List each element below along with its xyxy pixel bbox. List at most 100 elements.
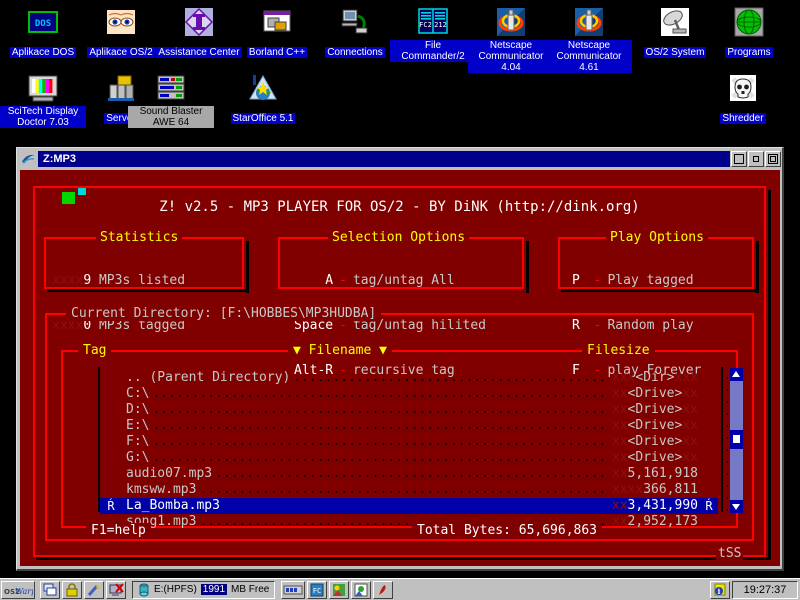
os2-sysmenu-icon[interactable]: [20, 151, 38, 167]
green-globe-icon: [734, 7, 764, 37]
svg-text:i: i: [718, 587, 721, 596]
file-row[interactable]: song1.mp3...............................…: [100, 514, 718, 530]
scroll-up-arrow-icon[interactable]: [730, 368, 743, 381]
paint-button[interactable]: [329, 580, 350, 599]
file-name: La_Bomba.mp3: [126, 498, 220, 513]
leader-dots: ........................................…: [152, 450, 608, 465]
size-pad-left: xx: [611, 450, 628, 465]
marker-button[interactable]: [84, 580, 104, 599]
z-console-area[interactable]: Z! v2.5 - MP3 PLAYER FOR OS/2 - BY DiNK …: [20, 170, 780, 566]
file-row[interactable]: kmsww.mp3...............................…: [100, 482, 718, 498]
desktop-icon-assistance-center[interactable]: Assistance Center: [156, 2, 242, 59]
sort-caret-left-icon[interactable]: ▼: [293, 343, 301, 358]
desktop-icon-netscape-404[interactable]: Netscape Communicator 4.04: [468, 2, 554, 74]
leader-dots: ........................................…: [199, 482, 608, 497]
file-row[interactable]: F:\.....................................…: [100, 434, 718, 450]
scroll-thumb[interactable]: [730, 430, 743, 449]
file-row[interactable]: E:\.....................................…: [100, 418, 718, 434]
column-header-tag: Tag: [78, 343, 112, 358]
file-end-tag-marker: Ŕ: [705, 499, 713, 513]
stat-text: MP3s listed: [91, 273, 186, 288]
leader-dots: ........................................…: [152, 418, 608, 433]
acrobat-icon: [379, 584, 386, 595]
file-row[interactable]: D:\.....................................…: [100, 402, 718, 418]
leader-dots: ........................................…: [152, 434, 608, 449]
statistics-shadow-right: [246, 241, 249, 293]
size-pad-right: xx: [682, 402, 698, 417]
file-size: xx2,952,173: [612, 514, 700, 530]
file-row[interactable]: Ŕ La_Bomba.mp3...........................…: [100, 498, 718, 514]
file-row[interactable]: G:\.....................................…: [100, 450, 718, 466]
hide-button[interactable]: [731, 151, 747, 167]
start-button[interactable]: OS2 Warp: [1, 580, 35, 599]
lockup-button[interactable]: [62, 580, 82, 599]
desktop-icon-borland-cpp[interactable]: Borland C++: [234, 2, 320, 59]
file-row[interactable]: .. (Parent Directory)...................…: [100, 370, 718, 386]
svg-text:Warp: Warp: [15, 587, 33, 596]
size-value: 3,431,990: [627, 498, 698, 513]
window-list-button[interactable]: [40, 580, 60, 599]
scroll-down-arrow-icon[interactable]: [730, 500, 743, 513]
desktop-icon-file-commander[interactable]: FC2 212 File Commander/2: [390, 2, 476, 63]
desktop-icon-staroffice[interactable]: StarOffice 5.1: [220, 68, 306, 125]
netscape-icon: [575, 8, 603, 36]
fc2-button[interactable]: FC: [307, 580, 328, 599]
desktop-icon-sound-blaster[interactable]: Sound Blaster AWE 64: [128, 68, 214, 129]
statistics-panel: Statistics xxxx9 MP3s listed xxxx0 MP3s …: [44, 230, 244, 333]
memory-meter-icon: [283, 585, 303, 594]
skull-crossbones-icon: [730, 75, 756, 101]
taskbar[interactable]: OS2 Warp: [0, 578, 800, 600]
staroffice-globe-icon: [249, 74, 277, 100]
stat-pad: xxxx: [52, 273, 84, 288]
file-name: C:\: [126, 386, 150, 401]
file-size: xx<Drive>xx: [612, 386, 700, 402]
maximize-button[interactable]: [765, 151, 781, 167]
desktop-icon-aplikace-os2[interactable]: Aplikace OS/2: [78, 2, 164, 59]
file-name: G:\: [126, 450, 150, 465]
file-name: D:\: [126, 402, 150, 417]
info-button[interactable]: i: [710, 580, 730, 599]
option-desc: Play tagged: [607, 273, 694, 288]
info-note-icon: i: [714, 583, 726, 596]
file-size: xxxx366,811: [612, 482, 700, 498]
file-name: audio07.mp3: [126, 466, 213, 481]
drive-status-box[interactable]: E:(HPFS) 1991 MB Free: [132, 580, 276, 599]
file-row[interactable]: audio07.mp3.............................…: [100, 466, 718, 482]
image-button[interactable]: [351, 580, 372, 599]
photo-icon: [354, 583, 368, 596]
column-header-filename[interactable]: ▼ Filename ▼: [288, 343, 392, 358]
screen: DOS Aplikace DOS Aplikace OS/2 Assistanc…: [0, 0, 800, 600]
file-tag-marker[interactable]: Ŕ: [100, 498, 122, 514]
svg-text:FC2: FC2: [419, 21, 432, 29]
z-mp3-player-window[interactable]: Z:MP3 Z! v2.5 - MP3 PLAYER FOR OS/2 - BY…: [16, 147, 784, 571]
f1-help-label[interactable]: F1=help: [86, 523, 151, 538]
shutdown-button[interactable]: [106, 580, 126, 599]
file-list-scrollbar[interactable]: [730, 368, 743, 513]
size-value: <Drive>: [627, 402, 683, 417]
memory-meter-button[interactable]: [281, 580, 306, 599]
desktop-icon-aplikace-dos[interactable]: DOS Aplikace DOS: [0, 2, 86, 59]
desktop-icon-label: Netscape Communicator 4.04: [468, 40, 554, 73]
sort-caret-right-icon[interactable]: ▼: [379, 343, 387, 358]
desktop-icon-netscape-461[interactable]: Netscape Communicator 4.61: [546, 2, 632, 74]
cascade-windows-icon: [43, 583, 57, 595]
column-header-filename-text: Filename: [308, 343, 372, 358]
shutdown-monitor-icon: [109, 582, 124, 596]
desktop-icon-label: Programs: [725, 47, 773, 58]
option-sep: -: [339, 273, 347, 288]
desktop-icon-scitech-display-doctor[interactable]: SciTech Display Doctor 7.03: [0, 68, 86, 129]
size-pad-left: xx: [611, 434, 628, 449]
taskbar-clock[interactable]: 19:27:37: [732, 580, 798, 599]
window-title-bar[interactable]: Z:MP3: [19, 150, 781, 168]
desktop-icon-programs[interactable]: Programs: [706, 2, 792, 59]
acrobat-button[interactable]: [373, 580, 394, 599]
desktop-icon-shredder[interactable]: Shredder: [700, 68, 786, 125]
minimize-button[interactable]: [748, 151, 764, 167]
taskbar-spacer: [394, 581, 709, 599]
leader-dots: ........................................…: [222, 498, 609, 513]
file-commander-icon: FC2 212: [418, 8, 448, 34]
desktop-icon-connections[interactable]: Connections: [312, 2, 398, 59]
file-list-rows[interactable]: .. (Parent Directory)...................…: [100, 370, 718, 530]
desktop-icon-label: Assistance Center: [156, 47, 242, 58]
file-row[interactable]: C:\.....................................…: [100, 386, 718, 402]
